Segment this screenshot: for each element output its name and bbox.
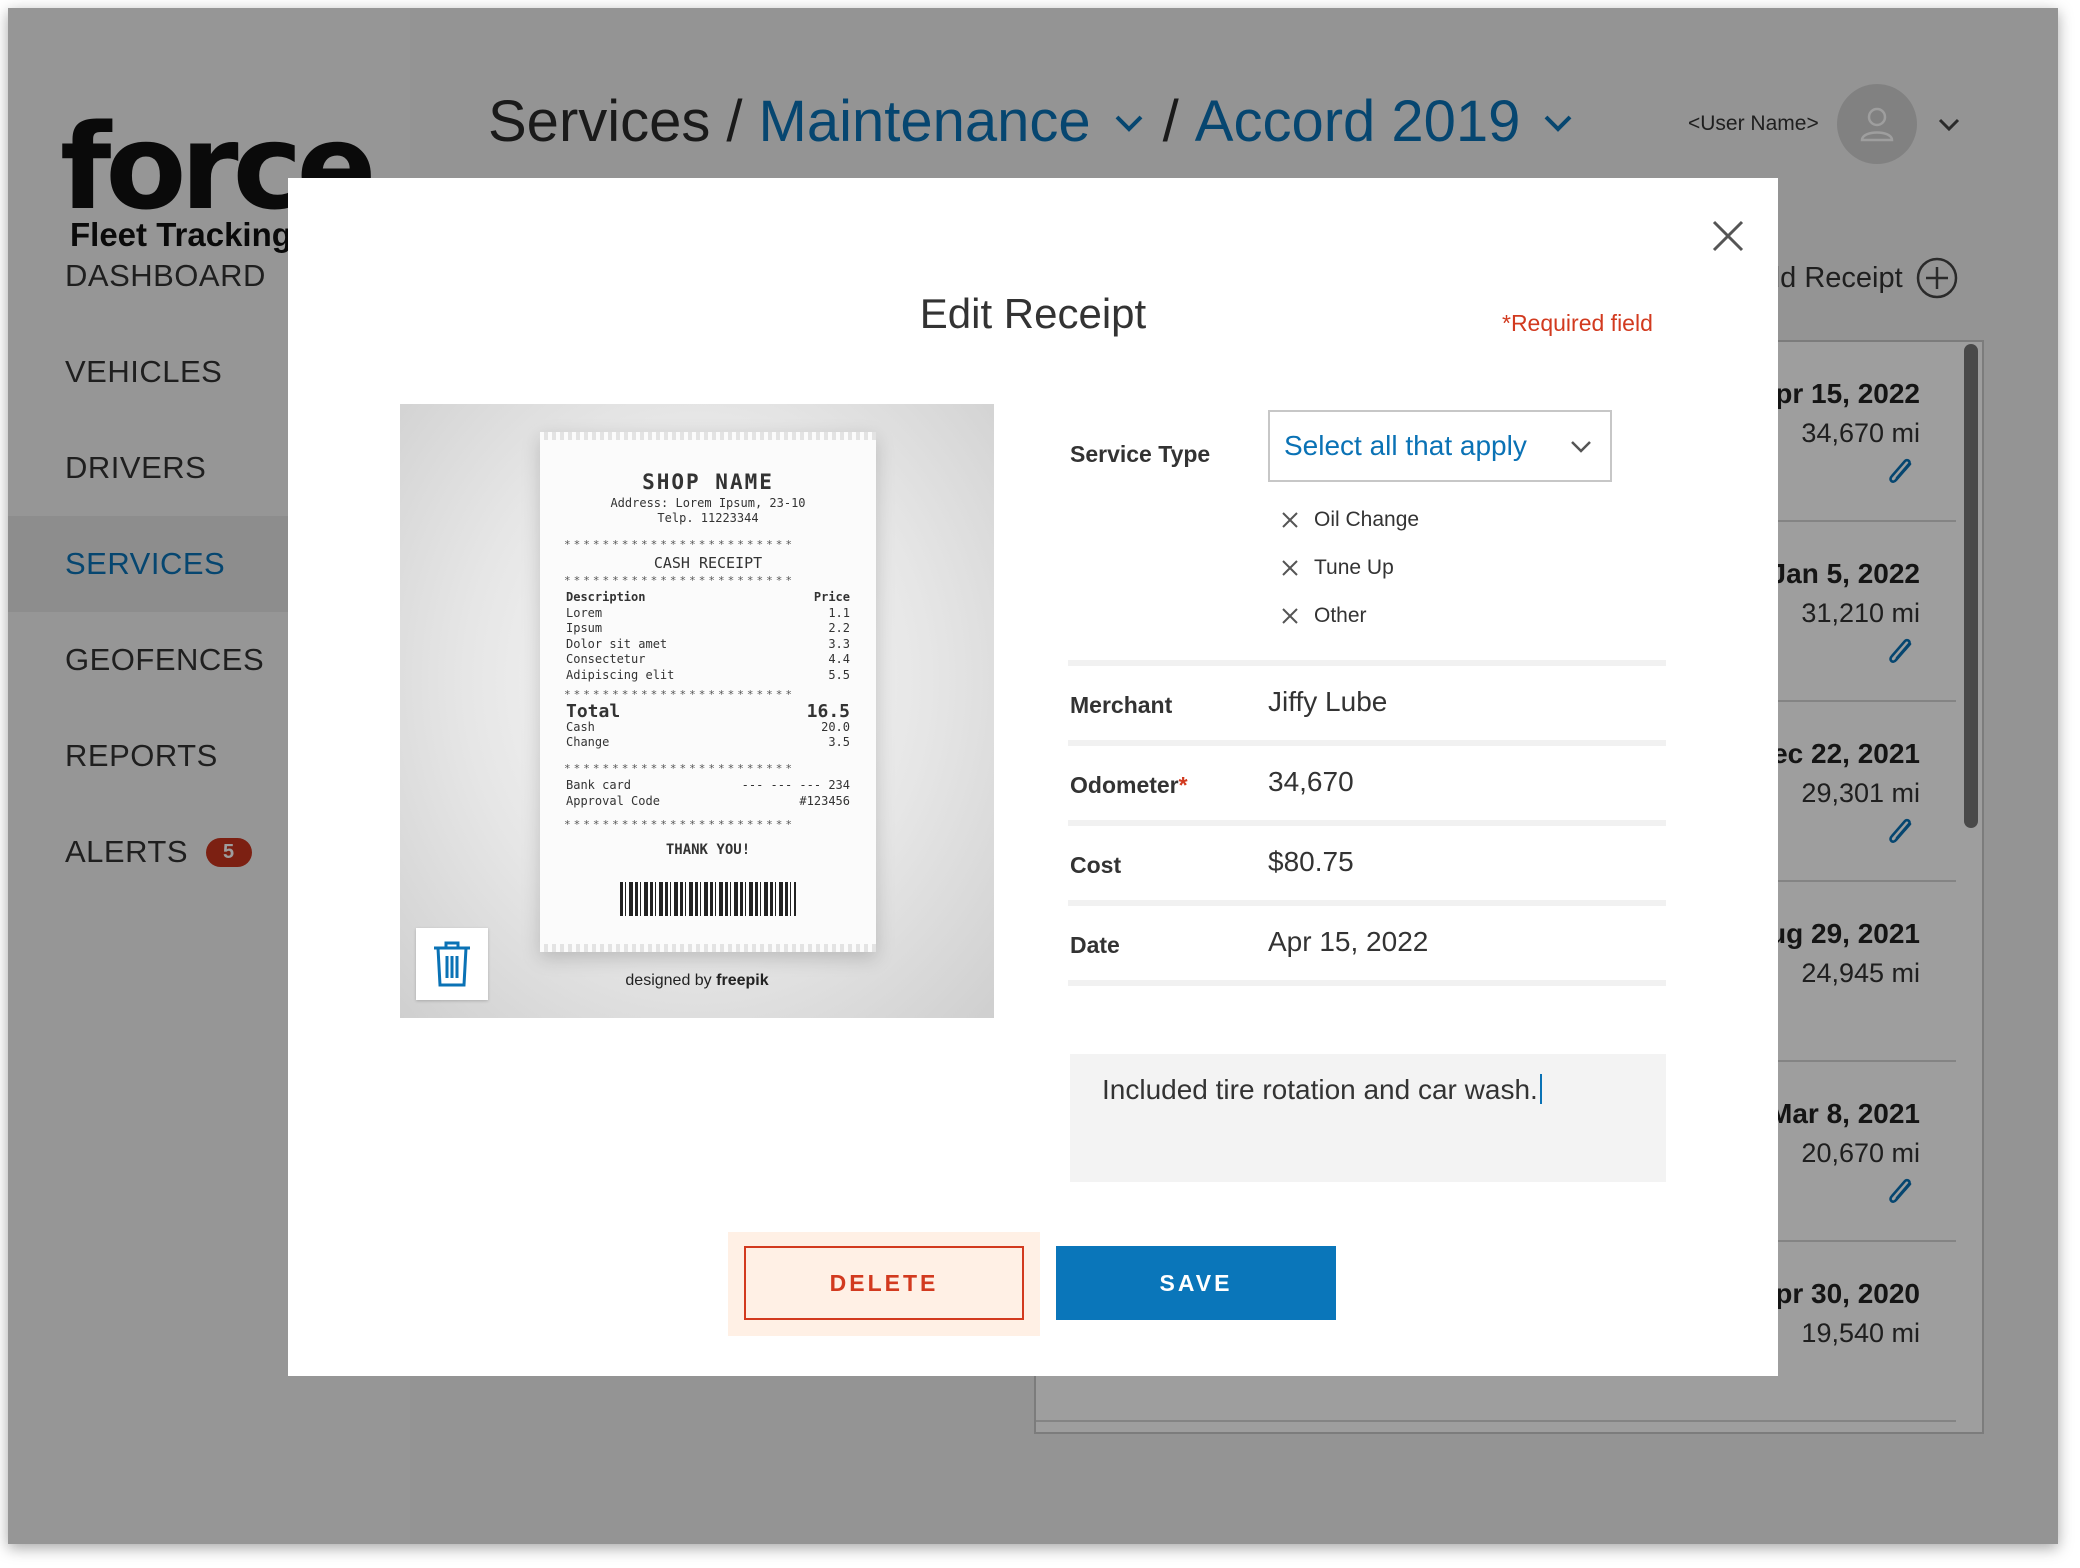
receipt-change-label: Change xyxy=(566,735,610,749)
remove-icon[interactable] xyxy=(1280,558,1300,578)
save-button[interactable]: SAVE xyxy=(1056,1246,1336,1320)
receipt-line-name: Consectetur xyxy=(566,652,646,666)
receipt-line-price: 2.2 xyxy=(828,621,850,635)
receipt-divider: ************************ xyxy=(564,688,795,701)
receipt-line-price: 3.3 xyxy=(828,636,850,651)
required-star: * xyxy=(1178,772,1188,798)
receipt-paper: SHOP NAME Address: Lorem Ipsum, 23-10 Te… xyxy=(540,432,876,952)
receipt-line: Dolor sit amet 3.3 xyxy=(566,637,850,653)
receipt-approval-value: #123456 xyxy=(799,793,850,808)
date-label: Date xyxy=(1070,932,1120,958)
divider xyxy=(1068,740,1666,746)
receipt-cash-value: 20.0 xyxy=(821,719,850,734)
trash-icon xyxy=(434,941,470,987)
divider xyxy=(1068,660,1666,666)
service-tag-tune-up: Tune Up xyxy=(1280,556,1394,580)
receipt-total: Total 16.5 xyxy=(566,701,850,722)
receipt-line: Consectetur 4.4 xyxy=(566,652,850,668)
receipt-line-name: Dolor sit amet xyxy=(566,636,668,651)
delete-image-button[interactable] xyxy=(416,928,488,1000)
notes-textarea[interactable]: Included tire rotation and car wash. xyxy=(1070,1054,1666,1182)
receipt-divider: ************************ xyxy=(564,538,795,551)
receipt-line-price: 1.1 xyxy=(828,605,850,620)
receipt-approval-label: Approval Code xyxy=(566,793,660,808)
delete-button-focus: DELETE xyxy=(728,1232,1040,1336)
credit-prefix: designed by xyxy=(625,972,712,989)
receipt-col-desc: Description xyxy=(566,590,646,604)
receipt-shop-name: SHOP NAME xyxy=(642,470,774,494)
receipt-heading: CASH RECEIPT xyxy=(653,554,763,572)
edit-receipt-modal: Edit Receipt *Required field SHOP NAME A… xyxy=(288,178,1778,1376)
service-type-select[interactable]: Select all that apply xyxy=(1268,410,1612,482)
service-tag-label: Oil Change xyxy=(1314,508,1420,531)
receipt-line-name: Adipiscing elit xyxy=(566,667,675,682)
receipt-approval: Approval Code #123456 xyxy=(566,794,850,810)
receipt-totals: Total 16.5 Cash 20.0 Change 3.5 xyxy=(566,701,850,751)
app-window: force Fleet Tracking DASHBOARD VEHICLES … xyxy=(8,8,2058,1544)
required-field-note: *Required field xyxy=(1502,310,1653,336)
image-credit: designed by freepik xyxy=(400,972,994,990)
divider xyxy=(1068,980,1666,986)
close-icon[interactable] xyxy=(1710,218,1746,254)
receipt-divider: ************************ xyxy=(564,818,795,831)
service-type-placeholder: Select all that apply xyxy=(1284,430,1527,461)
divider xyxy=(1068,900,1666,906)
text-cursor xyxy=(1539,1074,1542,1104)
receipt-bank-label: Bank card xyxy=(566,778,632,792)
odometer-label-text: Odometer xyxy=(1070,772,1179,798)
receipt-edge xyxy=(540,944,876,952)
receipt-image: SHOP NAME Address: Lorem Ipsum, 23-10 Te… xyxy=(400,404,994,1018)
receipt-items: Description Price Lorem 1.1 Ipsum 2.2 Dolor… xyxy=(566,590,850,683)
receipt-bank-value: --- --- --- 234 xyxy=(741,778,850,792)
cost-label: Cost xyxy=(1070,852,1122,878)
receipt-col-price: Price xyxy=(813,590,850,604)
odometer-label: Odometer* xyxy=(1070,772,1188,799)
chevron-down-icon xyxy=(1571,441,1591,453)
delete-button[interactable]: DELETE xyxy=(744,1246,1024,1320)
receipt-total-label: Total xyxy=(566,701,621,722)
date-field[interactable]: Apr 15, 2022 xyxy=(1268,926,1428,958)
remove-icon[interactable] xyxy=(1280,510,1300,530)
receipt-change: Change 3.5 xyxy=(566,735,850,751)
divider xyxy=(1068,820,1666,826)
receipt-line: Ipsum 2.2 xyxy=(566,621,850,637)
receipt-phone: Telp. 11223344 xyxy=(657,511,759,525)
service-tag-label: Tune Up xyxy=(1314,556,1394,579)
receipt-edge xyxy=(540,432,876,440)
merchant-label: Merchant xyxy=(1070,692,1173,718)
receipt-total-value: 16.5 xyxy=(806,701,850,722)
odometer-field[interactable]: 34,670 xyxy=(1268,766,1354,798)
notes-text: Included tire rotation and car wash. xyxy=(1102,1074,1538,1105)
receipt-columns: Description Price xyxy=(566,590,850,606)
receipt-change-value: 3.5 xyxy=(828,735,850,749)
receipt-address: Address: Lorem Ipsum, 23-10 xyxy=(610,496,806,510)
cost-field[interactable]: $80.75 xyxy=(1268,846,1354,878)
receipt-line-price: 4.4 xyxy=(828,652,850,666)
service-tag-label: Other xyxy=(1314,604,1367,627)
remove-icon[interactable] xyxy=(1280,606,1300,626)
receipt-line-price: 5.5 xyxy=(828,667,850,682)
receipt-divider: ************************ xyxy=(564,762,795,775)
receipt-thanks: THANK YOU! xyxy=(665,842,751,858)
receipt-line: Lorem 1.1 xyxy=(566,606,850,622)
barcode xyxy=(620,882,796,916)
receipt-divider: ************************ xyxy=(564,574,795,587)
receipt-cash-label: Cash xyxy=(566,719,595,734)
credit-brand: freepik xyxy=(716,972,769,989)
receipt-line-name: Ipsum xyxy=(566,621,603,635)
service-tag-oil-change: Oil Change xyxy=(1280,508,1419,532)
merchant-field[interactable]: Jiffy Lube xyxy=(1268,686,1387,718)
receipt-bank: Bank card --- --- --- 234 xyxy=(566,778,850,794)
service-type-label: Service Type xyxy=(1070,441,1211,467)
receipt-line: Adipiscing elit 5.5 xyxy=(566,668,850,684)
service-tag-other: Other xyxy=(1280,604,1367,628)
receipt-payment: Bank card --- --- --- 234 Approval Code #1… xyxy=(566,778,850,809)
receipt-line-name: Lorem xyxy=(566,605,603,620)
